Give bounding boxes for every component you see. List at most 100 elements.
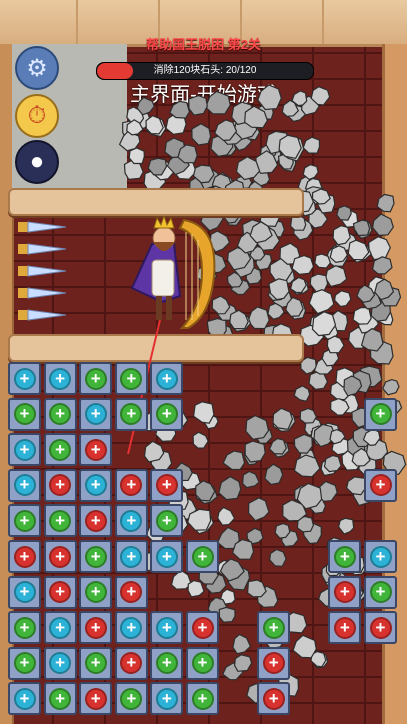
pin-tile[interactable]: +	[43, 397, 77, 431]
pin-tile[interactable]: +	[79, 575, 113, 609]
pin-tile[interactable]: +	[114, 362, 148, 395]
pin-tile[interactable]: +	[186, 611, 219, 645]
red-pin-icon: +	[120, 474, 143, 497]
pin-tile[interactable]: +	[43, 468, 77, 502]
pin-tile[interactable]: +	[150, 362, 184, 395]
cyan-pin-icon: +	[120, 509, 143, 532]
cyan-pin-icon: +	[49, 616, 72, 639]
pin-tile[interactable]: +	[364, 611, 397, 645]
red-pin-icon: +	[333, 581, 356, 604]
pin-tile[interactable]: +	[114, 682, 148, 716]
green-pin-icon: +	[155, 509, 178, 532]
pin-tile[interactable]: +	[257, 611, 291, 645]
pin-tile[interactable]: +	[114, 397, 148, 431]
cyan-pin-icon: +	[155, 545, 178, 568]
pin-tile[interactable]: +	[8, 504, 41, 538]
bomb-icon: ●	[29, 148, 45, 175]
red-pin-icon: +	[369, 616, 392, 639]
spike-trap	[18, 308, 67, 322]
pin-tile[interactable]: +	[8, 646, 41, 680]
green-pin-icon: +	[84, 581, 107, 604]
pin-tile[interactable]: +	[8, 362, 41, 395]
pin-tile[interactable]: +	[257, 646, 291, 680]
spike-trap	[18, 242, 67, 256]
green-pin-icon: +	[191, 652, 214, 675]
cyan-pin-icon: +	[84, 403, 107, 426]
green-pin-icon: +	[155, 403, 178, 426]
pin-tile[interactable]: +	[150, 682, 184, 716]
bomb-button[interactable]: ●	[15, 140, 59, 184]
pin-tile[interactable]: +	[364, 540, 397, 573]
pin-tile[interactable]: +	[79, 397, 113, 431]
pin-tile[interactable]: +	[328, 575, 362, 609]
cyan-pin-icon: +	[13, 367, 36, 390]
pin-tile[interactable]: +	[114, 611, 148, 645]
pin-tile[interactable]: +	[43, 611, 77, 645]
pin-tile[interactable]: +	[79, 504, 113, 538]
pin-tile[interactable]: +	[43, 362, 77, 395]
pin-tile[interactable]: +	[150, 397, 184, 431]
pin-tile[interactable]: +	[8, 397, 41, 431]
pin-tile[interactable]: +	[43, 682, 77, 716]
pin-tile[interactable]: +	[8, 611, 41, 645]
green-pin-icon: +	[84, 652, 107, 675]
pin-tile[interactable]: +	[364, 468, 397, 502]
pin-tile[interactable]: +	[8, 575, 41, 609]
pin-tile[interactable]: +	[186, 540, 219, 573]
cyan-pin-icon: +	[369, 545, 392, 568]
pin-tile[interactable]: +	[79, 682, 113, 716]
main-menu-start-link[interactable]: 主界面-开始游戏	[0, 78, 407, 107]
cyan-pin-icon: +	[13, 687, 36, 710]
pin-tile[interactable]: +	[150, 468, 184, 502]
pin-tile[interactable]: +	[186, 682, 219, 716]
pin-tile[interactable]: +	[8, 433, 41, 467]
green-pin-icon: +	[13, 509, 36, 532]
pin-tile[interactable]: +	[150, 646, 184, 680]
cyan-pin-icon: +	[155, 616, 178, 639]
pin-tile[interactable]: +	[79, 611, 113, 645]
lower-wood-shelf	[8, 334, 304, 362]
pin-tile[interactable]: +	[328, 611, 362, 645]
pin-tile[interactable]: +	[79, 362, 113, 395]
upper-wood-shelf	[8, 188, 304, 216]
pin-tile[interactable]: +	[114, 540, 148, 573]
pin-tile[interactable]: +	[43, 433, 77, 467]
pin-tile[interactable]: +	[150, 504, 184, 538]
pin-tile[interactable]: +	[114, 504, 148, 538]
pin-tile[interactable]: +	[43, 504, 77, 538]
pin-tile[interactable]: +	[150, 611, 184, 645]
pin-tile[interactable]: +	[79, 646, 113, 680]
pin-tile[interactable]: +	[114, 575, 148, 609]
pin-tile[interactable]: +	[79, 433, 113, 467]
red-pin-icon: +	[84, 509, 107, 532]
green-pin-icon: +	[49, 687, 72, 710]
pin-tile[interactable]: +	[79, 540, 113, 573]
green-pin-icon: +	[155, 652, 178, 675]
pin-tile[interactable]: +	[43, 646, 77, 680]
pin-tile[interactable]: +	[8, 468, 41, 502]
pin-tile[interactable]: +	[43, 540, 77, 573]
pin-tile[interactable]: +	[364, 575, 397, 609]
green-pin-icon: +	[13, 616, 36, 639]
pin-tile[interactable]: +	[150, 540, 184, 573]
red-pin-icon: +	[262, 652, 285, 675]
red-pin-icon: +	[49, 545, 72, 568]
cyan-pin-icon: +	[13, 438, 36, 461]
cyan-pin-icon: +	[120, 545, 143, 568]
green-pin-icon: +	[49, 403, 72, 426]
green-pin-icon: +	[84, 545, 107, 568]
pin-tile[interactable]: +	[328, 540, 362, 573]
pin-tile[interactable]: +	[114, 646, 148, 680]
pin-tile[interactable]: +	[8, 682, 41, 716]
green-pin-icon: +	[120, 687, 143, 710]
pin-tile[interactable]: +	[257, 682, 291, 716]
pin-tile[interactable]: +	[43, 575, 77, 609]
green-pin-icon: +	[49, 438, 72, 461]
level-title: 帮助国王脱困 第2关	[146, 37, 261, 52]
pin-tile[interactable]: +	[364, 397, 397, 431]
red-pin-icon: +	[49, 474, 72, 497]
pin-tile[interactable]: +	[186, 646, 219, 680]
pin-tile[interactable]: +	[114, 468, 148, 502]
pin-tile[interactable]: +	[8, 540, 41, 573]
pin-tile[interactable]: +	[79, 468, 113, 502]
